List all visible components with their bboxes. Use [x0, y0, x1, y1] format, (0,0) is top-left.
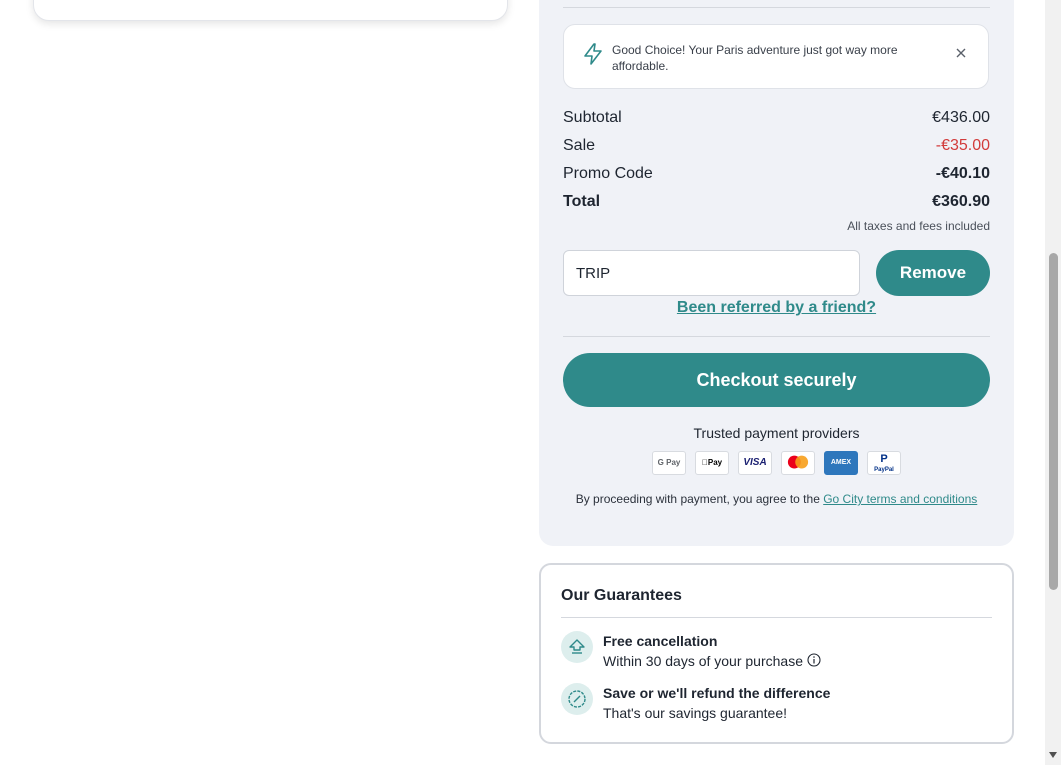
- divider: [563, 7, 990, 8]
- promo-notice: Good Choice! Your Paris adventure just g…: [563, 24, 989, 89]
- promo-code-input[interactable]: [563, 250, 860, 296]
- subtotal-value: €436.00: [932, 109, 990, 126]
- scrollbar[interactable]: [1045, 0, 1061, 765]
- subtotal-row: Subtotal €436.00: [563, 109, 990, 131]
- guarantee-subtitle-text: Within 30 days of your purchase: [603, 653, 803, 669]
- legal-prefix: By proceeding with payment, you agree to…: [575, 492, 824, 506]
- info-icon[interactable]: [807, 653, 821, 667]
- promo-code-label: Promo Code: [563, 165, 653, 182]
- notice-message: Good Choice! Your Paris adventure just g…: [612, 43, 898, 73]
- promo-code-value: -€40.10: [935, 165, 990, 182]
- savings-badge-icon: [561, 683, 593, 715]
- subtotal-label: Subtotal: [563, 109, 622, 126]
- scroll-down-arrow-icon[interactable]: [1049, 752, 1057, 758]
- total-label: Total: [563, 193, 601, 210]
- google-pay-icon: G Pay: [652, 451, 686, 475]
- cancellation-icon: [561, 631, 593, 663]
- taxes-note: All taxes and fees included: [847, 219, 990, 233]
- mastercard-icon: [781, 451, 815, 475]
- divider: [561, 617, 992, 618]
- guarantee-title: Save or we'll refund the difference: [603, 685, 831, 701]
- visa-icon: VISA: [738, 451, 772, 475]
- sale-value: -€35.00: [935, 137, 990, 154]
- total-value: €360.90: [932, 193, 990, 210]
- total-row: Total €360.90: [563, 193, 990, 215]
- scrollbar-thumb[interactable]: [1049, 253, 1058, 590]
- paypal-icon: P PayPal: [867, 451, 901, 475]
- sale-label: Sale: [563, 137, 596, 154]
- guarantee-title: Free cancellation: [603, 633, 718, 649]
- terms-link[interactable]: Go City terms and conditions: [823, 492, 977, 506]
- close-icon[interactable]: [954, 46, 968, 60]
- paypal-text: PayPal: [874, 467, 894, 473]
- apple-pay-text: Pay: [704, 458, 722, 467]
- divider: [563, 336, 990, 337]
- checkout-button[interactable]: Checkout securely: [563, 353, 990, 407]
- guarantees-title: Our Guarantees: [561, 587, 682, 604]
- apple-pay-icon: Pay: [695, 451, 729, 475]
- trusted-providers-label: Trusted payment providers: [693, 425, 860, 441]
- lightning-icon: [583, 43, 603, 65]
- legal-text: By proceeding with payment, you agree to…: [563, 491, 990, 507]
- promo-code-row: Promo Code -€40.10: [563, 165, 990, 187]
- amex-icon: AMEX: [824, 451, 858, 475]
- guarantees-card: Our Guarantees Free cancellation Within …: [539, 563, 1014, 744]
- guarantee-subtitle: Within 30 days of your purchase: [603, 653, 821, 669]
- referral-link[interactable]: Been referred by a friend?: [563, 299, 990, 317]
- sale-row: Sale -€35.00: [563, 137, 990, 159]
- remove-promo-button[interactable]: Remove: [876, 250, 990, 296]
- product-card: [33, 0, 508, 21]
- guarantee-subtitle: That's our savings guarantee!: [603, 705, 788, 721]
